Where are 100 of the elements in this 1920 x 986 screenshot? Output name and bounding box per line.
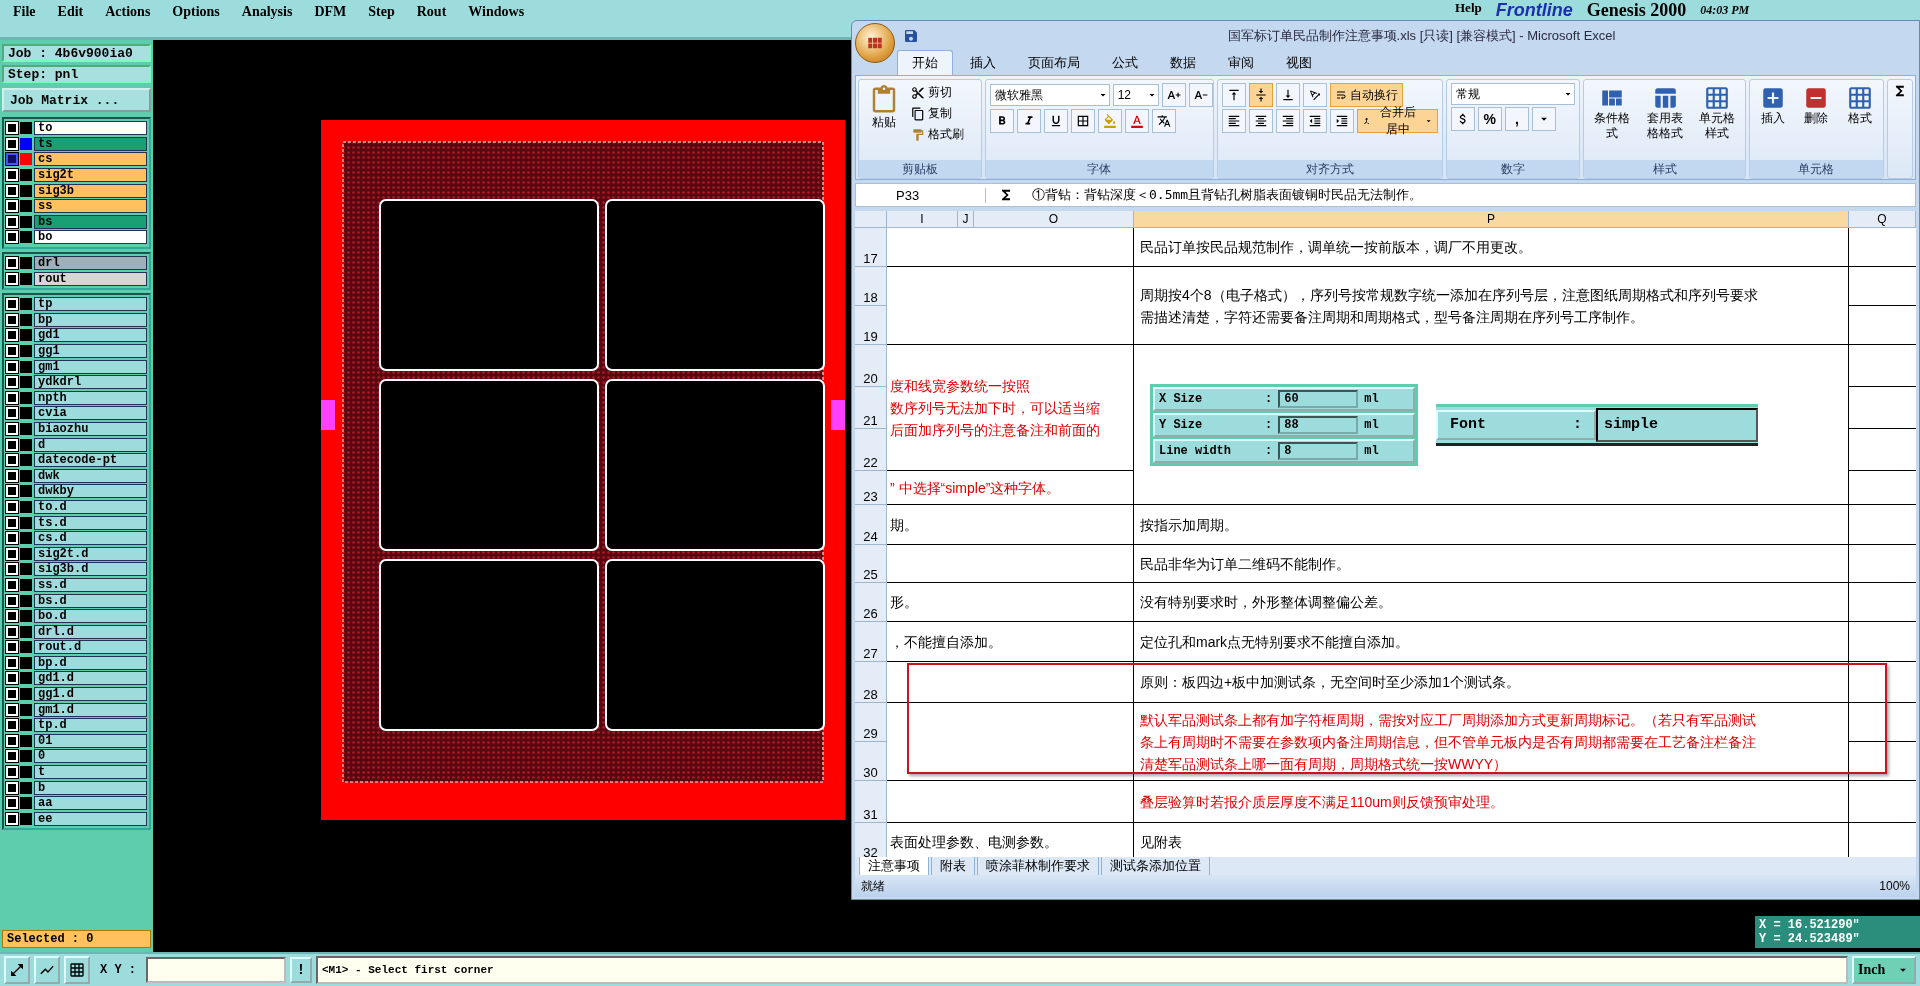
copy-button[interactable]: 复制 — [909, 104, 966, 123]
layer-item[interactable]: gd1.d — [34, 671, 147, 686]
layer-item[interactable]: to — [34, 121, 147, 136]
layer-item[interactable]: dwk — [34, 468, 147, 483]
layer-item[interactable]: ts — [34, 136, 147, 151]
ribbon-tab[interactable]: 页面布局 — [1013, 50, 1095, 75]
italic-button[interactable] — [1016, 109, 1041, 133]
format-painter-button[interactable]: 格式刷 — [909, 125, 966, 144]
cells-button[interactable]: 格式 — [1840, 83, 1880, 158]
column-header[interactable]: Q — [1849, 211, 1916, 229]
ribbon-tab[interactable]: 开始 — [897, 50, 953, 75]
layer-item[interactable]: sig2t.d — [34, 546, 147, 561]
layer-item[interactable]: ts.d — [34, 515, 147, 530]
layer-item[interactable]: aa — [34, 796, 147, 811]
row-header[interactable]: 28 — [855, 662, 887, 704]
layer-item[interactable]: ss — [34, 199, 147, 214]
layer-item[interactable]: bs — [34, 214, 147, 229]
column-header[interactable]: O — [974, 211, 1134, 229]
layer-item[interactable]: sig2t — [34, 168, 147, 183]
font-name-field[interactable]: 微软雅黑 — [989, 84, 1110, 106]
layer-item[interactable]: b — [34, 780, 147, 795]
number-format-field[interactable]: 常规 — [1450, 83, 1575, 105]
ribbon-tab[interactable]: 数据 — [1155, 50, 1211, 75]
layer-item[interactable]: cvia — [34, 406, 147, 421]
layer-item[interactable]: gd1 — [34, 328, 147, 343]
cells-button[interactable]: 删除 — [1796, 83, 1837, 158]
bold-button[interactable] — [989, 109, 1014, 133]
help-menu[interactable]: Help — [1455, 0, 1482, 16]
row-header[interactable]: 21 — [855, 387, 887, 430]
layer-item[interactable]: bp — [34, 312, 147, 327]
layer-item[interactable]: sig3b — [34, 183, 147, 198]
sheet-tab[interactable]: 注意事项 — [859, 856, 929, 876]
ribbon-tab[interactable]: 审阅 — [1213, 50, 1269, 75]
layer-item[interactable]: npth — [34, 390, 147, 405]
layer-item[interactable]: to.d — [34, 499, 147, 514]
font-size-field[interactable]: 12 — [1112, 84, 1159, 106]
alert-button[interactable]: ! — [290, 957, 312, 983]
decrease-indent-button[interactable] — [1303, 109, 1328, 133]
top-align-button[interactable] — [1222, 83, 1247, 107]
layer-item[interactable]: biaozhu — [34, 422, 147, 436]
layer-item[interactable]: ss.d — [34, 577, 147, 592]
menu-item[interactable]: Step — [368, 4, 395, 20]
ribbon-tab[interactable]: 插入 — [955, 50, 1011, 75]
cut-button[interactable]: 剪切 — [909, 83, 966, 102]
layer-item[interactable]: cs — [34, 152, 147, 167]
align-center-button[interactable] — [1249, 109, 1274, 133]
layer-item[interactable]: 01 — [34, 733, 147, 748]
font-color-button[interactable] — [1124, 109, 1149, 133]
layer-item[interactable]: bp.d — [34, 655, 147, 670]
ribbon-tab[interactable]: 公式 — [1097, 50, 1153, 75]
row-header[interactable]: 25 — [855, 545, 887, 584]
borders-button[interactable] — [1070, 109, 1095, 133]
row-header[interactable]: 23 — [855, 471, 887, 506]
fill-color-button[interactable] — [1097, 109, 1122, 133]
row-header[interactable]: 19 — [855, 306, 887, 346]
menu-item[interactable]: Edit — [57, 4, 84, 20]
name-box[interactable]: P33 — [856, 187, 986, 203]
layer-item[interactable]: ydkdrl — [34, 375, 147, 390]
layer-item[interactable]: datecode-pt — [34, 453, 147, 468]
resize-tool-button[interactable] — [4, 956, 30, 984]
paste-button[interactable]: 粘贴 — [863, 83, 905, 158]
units-button[interactable]: Inch — [1852, 956, 1916, 984]
increase-indent-button[interactable] — [1330, 109, 1355, 133]
row-header[interactable]: 22 — [855, 429, 887, 472]
grid-tool-button[interactable] — [64, 956, 90, 984]
row-header[interactable]: 27 — [855, 622, 887, 663]
align-left-button[interactable] — [1222, 109, 1247, 133]
row-header[interactable]: 29 — [855, 703, 887, 743]
layer-item[interactable]: drl.d — [34, 624, 147, 639]
style-button[interactable]: 条件格式 — [1588, 83, 1637, 158]
menu-item[interactable]: Options — [172, 4, 220, 20]
wrap-text-button[interactable]: 自动换行 — [1330, 83, 1404, 107]
grow-font-button[interactable] — [1161, 83, 1186, 107]
menu-item[interactable]: Actions — [105, 4, 151, 20]
align-right-button[interactable] — [1276, 109, 1301, 133]
menu-item[interactable]: Analysis — [241, 4, 293, 20]
row-header[interactable]: 26 — [855, 583, 887, 623]
office-button[interactable] — [855, 23, 895, 63]
row-header[interactable]: 24 — [855, 505, 887, 546]
menu-item[interactable]: Windows — [468, 4, 525, 20]
layer-item[interactable]: d — [34, 437, 147, 452]
column-header[interactable]: P — [1134, 211, 1849, 229]
layer-item[interactable]: bo.d — [34, 609, 147, 624]
row-header[interactable]: 20 — [855, 345, 887, 388]
layer-item[interactable]: gg1 — [34, 344, 147, 358]
row-header[interactable]: 30 — [855, 742, 887, 782]
layer-item[interactable]: bs.d — [34, 593, 147, 608]
currency-button[interactable] — [1450, 107, 1475, 131]
style-button[interactable]: 套用表格格式 — [1640, 83, 1689, 158]
layer-item[interactable]: rout — [34, 271, 147, 286]
shrink-font-button[interactable] — [1188, 83, 1213, 107]
layer-item[interactable]: ee — [34, 811, 147, 826]
xy-input-field[interactable] — [146, 957, 286, 983]
column-header[interactable]: I — [887, 211, 958, 229]
column-header[interactable]: J — [958, 211, 974, 229]
underline-button[interactable] — [1043, 109, 1068, 133]
layer-item[interactable]: gg1.d — [34, 687, 147, 702]
row-header[interactable]: 31 — [855, 781, 887, 824]
middle-align-button[interactable] — [1249, 83, 1274, 107]
bottom-align-button[interactable] — [1276, 83, 1301, 107]
